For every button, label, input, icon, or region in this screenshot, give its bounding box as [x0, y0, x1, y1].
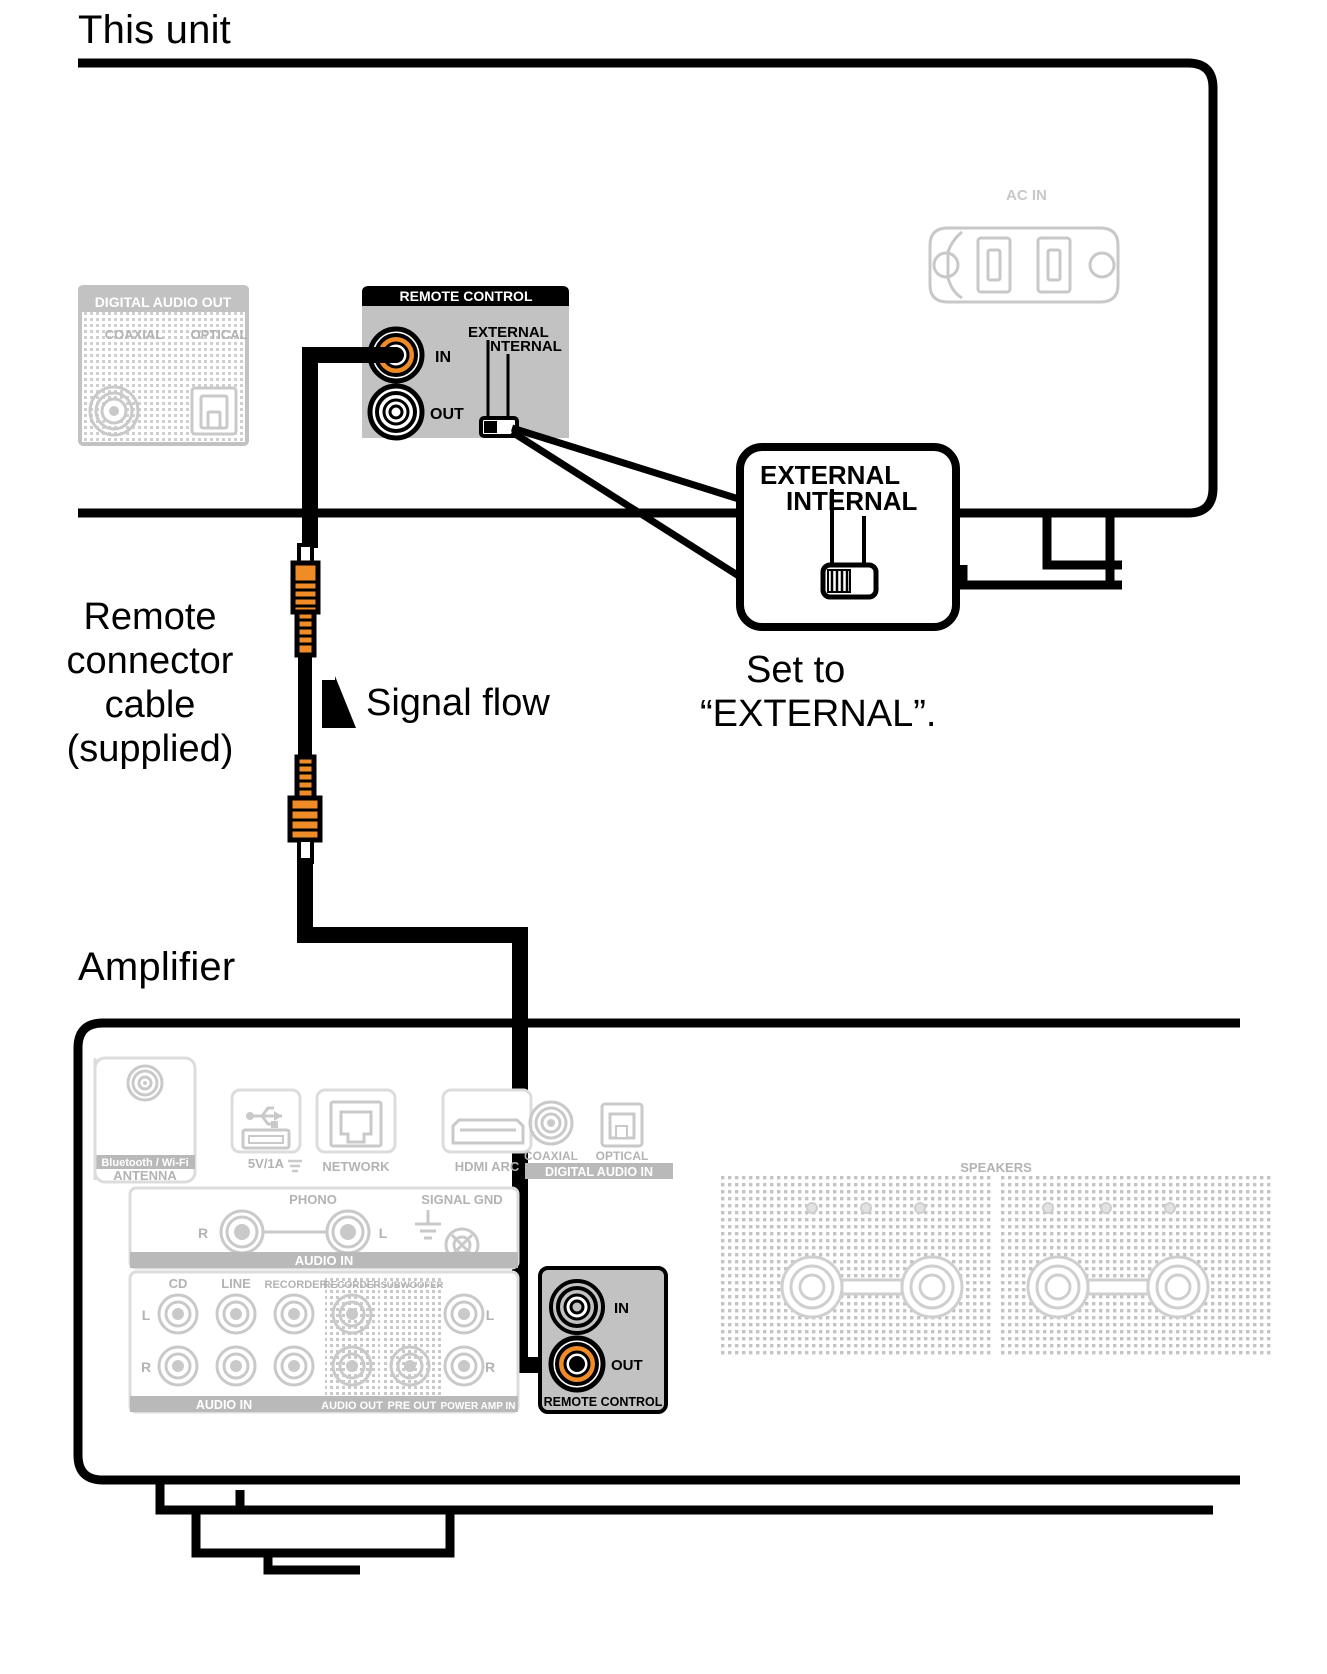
cable-annotation-line-3: cable	[104, 684, 196, 726]
rca-plug-lower	[287, 754, 323, 864]
antenna-label: ANTENNA	[113, 1168, 177, 1183]
hdmi-arc-label: HDMI ARC	[455, 1159, 520, 1174]
remote-in-jack-amplifier	[549, 1279, 605, 1335]
recorder-in-label: RECORDER	[265, 1279, 328, 1291]
usb-power-label: 5V/1A	[248, 1156, 285, 1171]
cable-annotation: Remote connector cable (supplied)	[10, 595, 290, 771]
svg-text:AC IN: AC IN	[1006, 187, 1047, 204]
amplifier-remote-control-panel: IN OUT REMOTE CONTROL	[538, 1266, 668, 1414]
cd-label: CD	[169, 1276, 188, 1291]
audio-right-label-right: R	[485, 1359, 495, 1375]
digital-audio-in-label: DIGITAL AUDIO IN	[545, 1165, 653, 1179]
phono-right-label: R	[198, 1225, 208, 1241]
network-jack-icon	[329, 1100, 383, 1148]
remote-control-title-amplifier: REMOTE CONTROL	[544, 1395, 663, 1409]
coaxial-label: COAXIAL	[105, 327, 164, 342]
digital-audio-out-panel: DIGITAL AUDIO OUT COAXIAL OPTICAL	[78, 285, 249, 446]
hdmi-jack-icon	[451, 1118, 525, 1145]
antenna-jack-icon	[126, 1064, 164, 1102]
coaxial-jack-icon	[88, 385, 140, 437]
remote-out-label-amplifier: OUT	[611, 1357, 643, 1374]
audio-in-footer-label: AUDIO IN	[196, 1398, 252, 1412]
rca-plug-upper	[290, 543, 321, 658]
set-to-line-2: “EXTERNAL”.	[700, 693, 937, 735]
amp-coaxial-label: COAXIAL	[524, 1149, 578, 1163]
amplifier-speakers-section: SPEAKERS	[718, 1158, 1274, 1358]
switch-option-internal-this-unit: INTERNAL	[486, 338, 562, 355]
recorder-out-label: RECORDER	[323, 1280, 381, 1291]
speakers-label: SPEAKERS	[960, 1160, 1032, 1175]
digital-audio-in-optical-icon	[600, 1102, 644, 1148]
remote-in-label-this-unit: IN	[435, 349, 451, 366]
network-label: NETWORK	[322, 1159, 390, 1174]
callout-option-internal: INTERNAL	[786, 486, 918, 516]
diagram-vector-layer: AC IN DIGITAL AUDIO OUT COAXIAL OPTICAL	[73, 58, 1274, 1575]
pre-out-footer-label: PRE OUT	[388, 1400, 437, 1412]
line-label: LINE	[221, 1276, 251, 1291]
cable-annotation-line-2: connector	[66, 640, 234, 682]
phono-audio-in-label: AUDIO IN	[295, 1253, 354, 1268]
remote-out-jack-amplifier	[548, 1335, 606, 1393]
digital-audio-out-title: DIGITAL AUDIO OUT	[95, 294, 232, 310]
callout-mode-switch[interactable]	[820, 562, 879, 600]
amplifier-phono-row: PHONO SIGNAL GND R L AUDIO IN	[128, 1186, 520, 1270]
audio-left-label-right: L	[486, 1307, 495, 1323]
amp-optical-label: OPTICAL	[596, 1149, 649, 1163]
set-to-external-annotation: Set to “EXTERNAL”.	[700, 648, 1000, 736]
diagram-canvas: This unit Amplifier AC IN DIGITAL AUDIO …	[0, 0, 1327, 1674]
set-to-line-1: Set to	[746, 649, 846, 691]
amplifier-audio-block: CD LINE RECORDER RECORDER SUBWOOFER L R …	[128, 1270, 520, 1414]
signal-gnd-label: SIGNAL GND	[421, 1192, 502, 1207]
audio-left-label: L	[142, 1307, 151, 1323]
ac-in-inlet: AC IN	[928, 187, 1120, 304]
cable-annotation-line-4: (supplied)	[66, 728, 234, 770]
optical-label: OPTICAL	[190, 327, 247, 342]
optical-jack-icon	[190, 386, 238, 436]
dc-symbol-icon	[288, 1159, 302, 1173]
phono-left-label: L	[379, 1225, 388, 1241]
subwoofer-label: SUBWOOFER	[381, 1280, 444, 1291]
phono-label: PHONO	[289, 1192, 337, 1207]
callout-leader-lines	[510, 424, 744, 581]
switch-callout-box: EXTERNAL INTERNAL	[736, 443, 960, 631]
power-amp-in-footer-label: POWER AMP IN	[440, 1401, 515, 1412]
remote-out-jack-this-unit	[367, 383, 425, 441]
amplifier-top-connector-row: Bluetooth / Wi-Fi ANTENNA 5V/1A NETWORK …	[93, 1056, 673, 1184]
remote-in-label-amplifier: IN	[614, 1300, 629, 1317]
remote-out-label-this-unit: OUT	[430, 406, 464, 423]
remote-control-title-this-unit: REMOTE CONTROL	[400, 288, 533, 304]
audio-right-label: R	[141, 1359, 151, 1375]
cable-annotation-line-1: Remote	[83, 596, 217, 638]
digital-audio-in-coaxial-icon	[528, 1100, 574, 1146]
signal-flow-arrow-icon	[322, 676, 356, 728]
audio-out-footer-label: AUDIO OUT	[321, 1400, 383, 1412]
phono-left-jack-icon	[325, 1209, 371, 1255]
signal-flow-label: Signal flow	[366, 682, 550, 724]
phono-right-jack-icon	[219, 1209, 265, 1255]
